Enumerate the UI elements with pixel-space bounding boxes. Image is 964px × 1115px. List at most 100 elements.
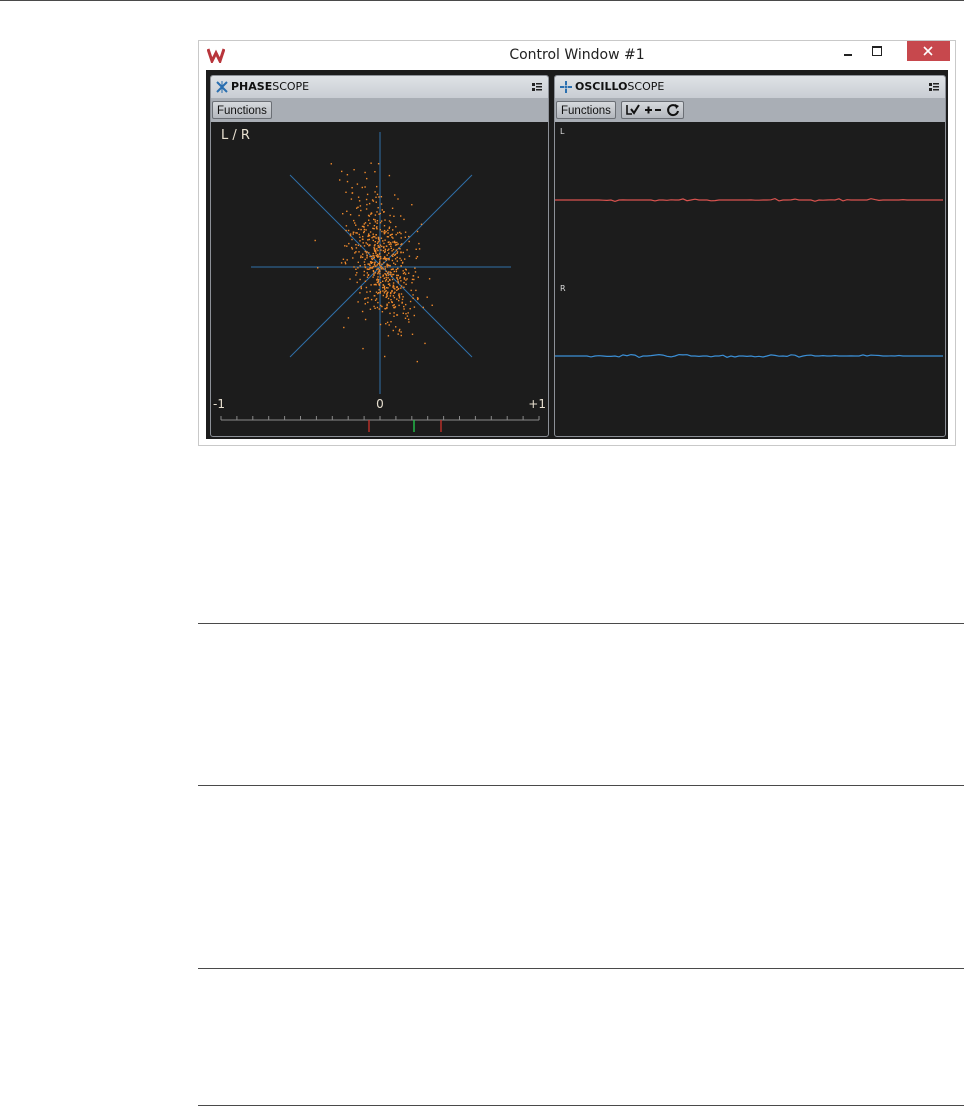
phase-dot [367,234,370,237]
phase-dot [399,277,401,279]
phase-dot [394,254,396,256]
phase-dot [374,191,376,193]
oscilloscope-right-trace [555,353,943,359]
phase-dot [393,296,396,299]
phase-dot [387,277,389,279]
oscilloscope-tool-group [621,101,684,119]
phase-dot [399,328,401,331]
phase-dot [374,221,377,223]
phase-dot [369,231,372,233]
phase-dot [369,244,371,246]
phase-dot [386,303,388,305]
phase-dot [385,278,388,281]
phase-dot [400,251,402,254]
phase-dot [371,266,374,269]
phase-dot [384,251,386,253]
phase-dot [366,257,368,259]
phase-dot [382,280,384,282]
phase-dot [355,251,357,253]
phasescope-scale-right: +1 [528,397,546,411]
section-rule-3 [198,968,964,969]
phase-dot [380,220,383,222]
phase-dot [401,243,403,245]
phasescope-panel: PHASESCOPE Functions L / R -1 0 +1 [210,75,549,437]
panel-menu-icon[interactable] [929,82,939,92]
auto-zoom-icon[interactable] [625,103,641,117]
phase-dot [364,303,366,305]
maximize-button[interactable] [863,41,891,61]
phase-dot [385,296,387,298]
phase-dot [388,227,390,229]
phase-dot [387,272,389,275]
phase-dot [403,308,405,310]
oscilloscope-functions-button[interactable]: Functions [556,101,616,119]
phase-dot [369,264,371,266]
phase-dot [397,278,399,281]
phase-dot [394,244,397,246]
phase-dot [348,242,350,245]
phase-dot [371,257,373,260]
phase-dot [358,233,360,236]
phase-dot [408,235,410,238]
zoom-in-out-icon[interactable] [644,103,662,117]
phase-dot [373,218,375,221]
phase-dot [384,288,386,290]
phase-dot [346,245,348,247]
phase-dot [377,262,380,265]
phase-dot [361,310,364,313]
oscilloscope-display: L R [555,127,943,359]
phase-dot [399,257,401,260]
phase-dot [413,278,415,281]
phase-dot [411,278,414,281]
phase-dot [376,185,378,188]
phase-dot [370,213,372,215]
phase-dot [367,268,369,270]
phase-dot [387,297,390,300]
phase-dot [383,256,386,258]
phase-dot [391,259,394,262]
phase-dot [396,276,398,279]
phase-dot [330,163,332,165]
phase-dot [377,237,380,240]
phase-dot [389,264,391,267]
phase-dot [377,207,379,209]
panel-menu-icon[interactable] [532,82,542,92]
phase-dot [357,301,359,303]
phase-dot [378,196,380,198]
phase-dot [384,290,386,293]
phase-dot [353,266,355,268]
phase-dot [377,244,379,247]
phase-dot [391,273,393,276]
phase-dot [375,201,377,203]
phase-dot [376,220,379,222]
phase-dot [396,241,398,244]
phase-dot [356,183,359,185]
phase-dot [380,281,382,284]
phase-dot [377,249,379,252]
phase-dot [387,264,390,267]
phase-dot [415,257,417,260]
phase-dot [418,242,420,245]
phase-dot [383,285,386,287]
phase-dot [377,280,379,282]
phase-dot [383,211,385,213]
phase-dot [400,280,402,282]
phase-dot [391,278,394,281]
window-titlebar[interactable]: Control Window #1 [199,41,955,69]
phase-dot [395,226,397,228]
close-button[interactable] [907,41,950,61]
phasescope-functions-button[interactable]: Functions [212,101,272,119]
phase-dot [370,267,372,269]
phase-dot [344,261,346,263]
phase-dot [389,279,391,281]
phase-dot [374,241,376,243]
phase-dot [376,248,378,250]
phase-dot [392,241,394,243]
phase-dot [396,289,398,291]
phase-dot [385,259,387,261]
phase-dot [388,220,391,222]
minimize-button[interactable] [835,41,863,61]
reset-icon[interactable] [666,103,681,117]
phase-dot [374,171,376,173]
phase-dot [347,317,350,319]
